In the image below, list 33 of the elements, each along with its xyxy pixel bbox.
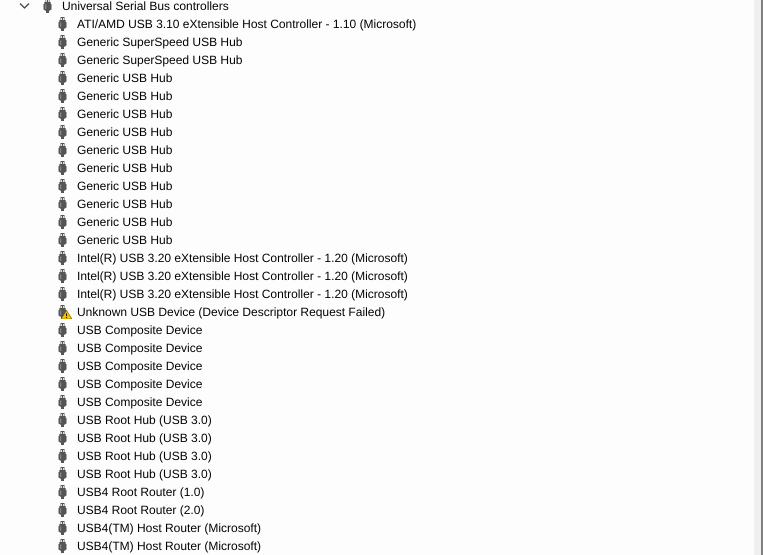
device-label[interactable]: USB Root Hub (USB 3.0): [76, 412, 213, 428]
device-label[interactable]: USB Composite Device: [76, 376, 204, 392]
device-label[interactable]: USB Composite Device: [76, 322, 204, 338]
device-label[interactable]: Generic USB Hub: [76, 106, 174, 122]
device-label[interactable]: Intel(R) USB 3.20 eXtensible Host Controller - 1.20 (Microsoft): [76, 268, 409, 284]
device-label[interactable]: USB Composite Device: [76, 394, 204, 410]
device-label[interactable]: Generic USB Hub: [76, 178, 174, 194]
device-label[interactable]: Generic USB Hub: [76, 70, 174, 86]
device-label[interactable]: USB4(TM) Host Router (Microsoft): [76, 520, 262, 536]
category-label[interactable]: Universal Serial Bus controllers: [61, 0, 230, 14]
device-label[interactable]: Generic USB Hub: [76, 142, 174, 158]
device-label[interactable]: Intel(R) USB 3.20 eXtensible Host Controller - 1.20 (Microsoft): [76, 250, 409, 266]
device-label[interactable]: USB4 Root Router (2.0): [76, 502, 206, 518]
device-label[interactable]: Generic USB Hub: [76, 232, 174, 248]
device-label[interactable]: Unknown USB Device (Device Descriptor Request Failed): [76, 304, 386, 320]
device-label[interactable]: Generic USB Hub: [76, 88, 174, 104]
device-label[interactable]: USB4 Root Router (1.0): [76, 484, 206, 500]
device-label[interactable]: Generic USB Hub: [76, 124, 174, 140]
usb-plug-icon: [43, 0, 52, 13]
device-label[interactable]: USB4(TM) Host Router (Microsoft): [76, 538, 262, 554]
device-label[interactable]: ATI/AMD USB 3.10 eXtensible Host Controller - 1.10 (Microsoft): [76, 16, 418, 32]
collapse-chevron-icon[interactable]: [19, 2, 30, 10]
device-label[interactable]: Generic SuperSpeed USB Hub: [76, 34, 244, 50]
device-label[interactable]: USB Root Hub (USB 3.0): [76, 466, 213, 482]
device-label[interactable]: Intel(R) USB 3.20 eXtensible Host Controller - 1.20 (Microsoft): [76, 286, 409, 302]
device-label[interactable]: USB Composite Device: [76, 358, 204, 374]
device-label[interactable]: USB Root Hub (USB 3.0): [76, 430, 213, 446]
device-label[interactable]: Generic USB Hub: [76, 196, 174, 212]
device-label[interactable]: Generic USB Hub: [76, 214, 174, 230]
device-label[interactable]: USB Composite Device: [76, 340, 204, 356]
device-label[interactable]: Generic USB Hub: [76, 160, 174, 176]
device-label[interactable]: USB Root Hub (USB 3.0): [76, 448, 213, 464]
device-label[interactable]: Generic SuperSpeed USB Hub: [76, 52, 244, 68]
